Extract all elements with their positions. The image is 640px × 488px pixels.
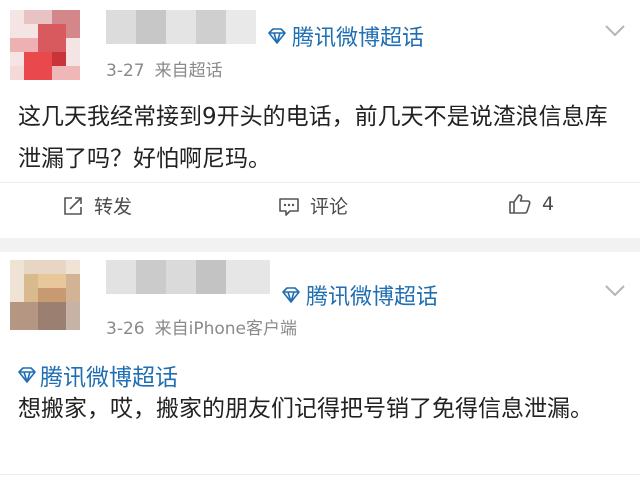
post-meta: 3-27 来自超话 xyxy=(106,56,223,81)
super-topic-badge[interactable]: 腾讯微博超话 xyxy=(282,279,438,311)
chevron-down-icon[interactable] xyxy=(604,284,626,298)
avatar[interactable] xyxy=(10,10,80,80)
inline-topic-label: 腾讯微博超话 xyxy=(40,365,178,391)
post-date: 3-26 xyxy=(106,319,145,339)
username-blurred[interactable] xyxy=(106,10,256,44)
diamond-icon xyxy=(282,286,300,304)
divider xyxy=(0,474,640,475)
post-separator xyxy=(0,238,640,252)
avatar[interactable] xyxy=(10,260,80,330)
post-text: 想搬家，哎，搬家的朋友们记得把号销了免得信息泄漏。 xyxy=(18,396,593,422)
share-icon xyxy=(62,195,84,217)
repost-button[interactable]: 转发 xyxy=(62,192,132,219)
post-meta: 3-26 来自iPhone客户端 xyxy=(106,314,297,339)
divider xyxy=(0,182,640,183)
super-topic-badge[interactable]: 腾讯微博超话 xyxy=(268,20,424,52)
comment-label: 评论 xyxy=(310,196,349,218)
topic-label: 腾讯微博超话 xyxy=(292,26,425,51)
username-blurred[interactable] xyxy=(106,260,270,294)
post-source[interactable]: 来自iPhone客户端 xyxy=(155,319,297,339)
repost-label: 转发 xyxy=(94,196,133,218)
inline-topic-link[interactable]: 腾讯微博超话 xyxy=(18,358,178,392)
weibo-post: 腾讯微博超话 3-26 来自iPhone客户端 腾讯微博超话 想搬家，哎，搬家的朋… xyxy=(0,252,640,488)
post-text: 这几天我经常接到9开头的电话，前几天不是说渣浪信息库泄漏了吗？好怕啊尼玛。 xyxy=(18,104,608,172)
diamond-icon xyxy=(18,366,36,384)
comment-button[interactable]: 评论 xyxy=(278,192,348,219)
like-count: 4 xyxy=(542,193,555,215)
comment-icon xyxy=(278,195,300,217)
topic-label: 腾讯微博超话 xyxy=(306,285,439,310)
post-source[interactable]: 来自超话 xyxy=(155,61,223,81)
diamond-icon xyxy=(268,27,286,45)
thumbs-up-icon xyxy=(508,192,532,216)
chevron-down-icon[interactable] xyxy=(604,24,626,38)
like-button[interactable]: 4 xyxy=(508,192,554,216)
post-date: 3-27 xyxy=(106,61,145,81)
weibo-post: 腾讯微博超话 3-27 来自超话 这几天我经常接到9开头的电话，前几天不是说渣浪信… xyxy=(0,0,640,238)
